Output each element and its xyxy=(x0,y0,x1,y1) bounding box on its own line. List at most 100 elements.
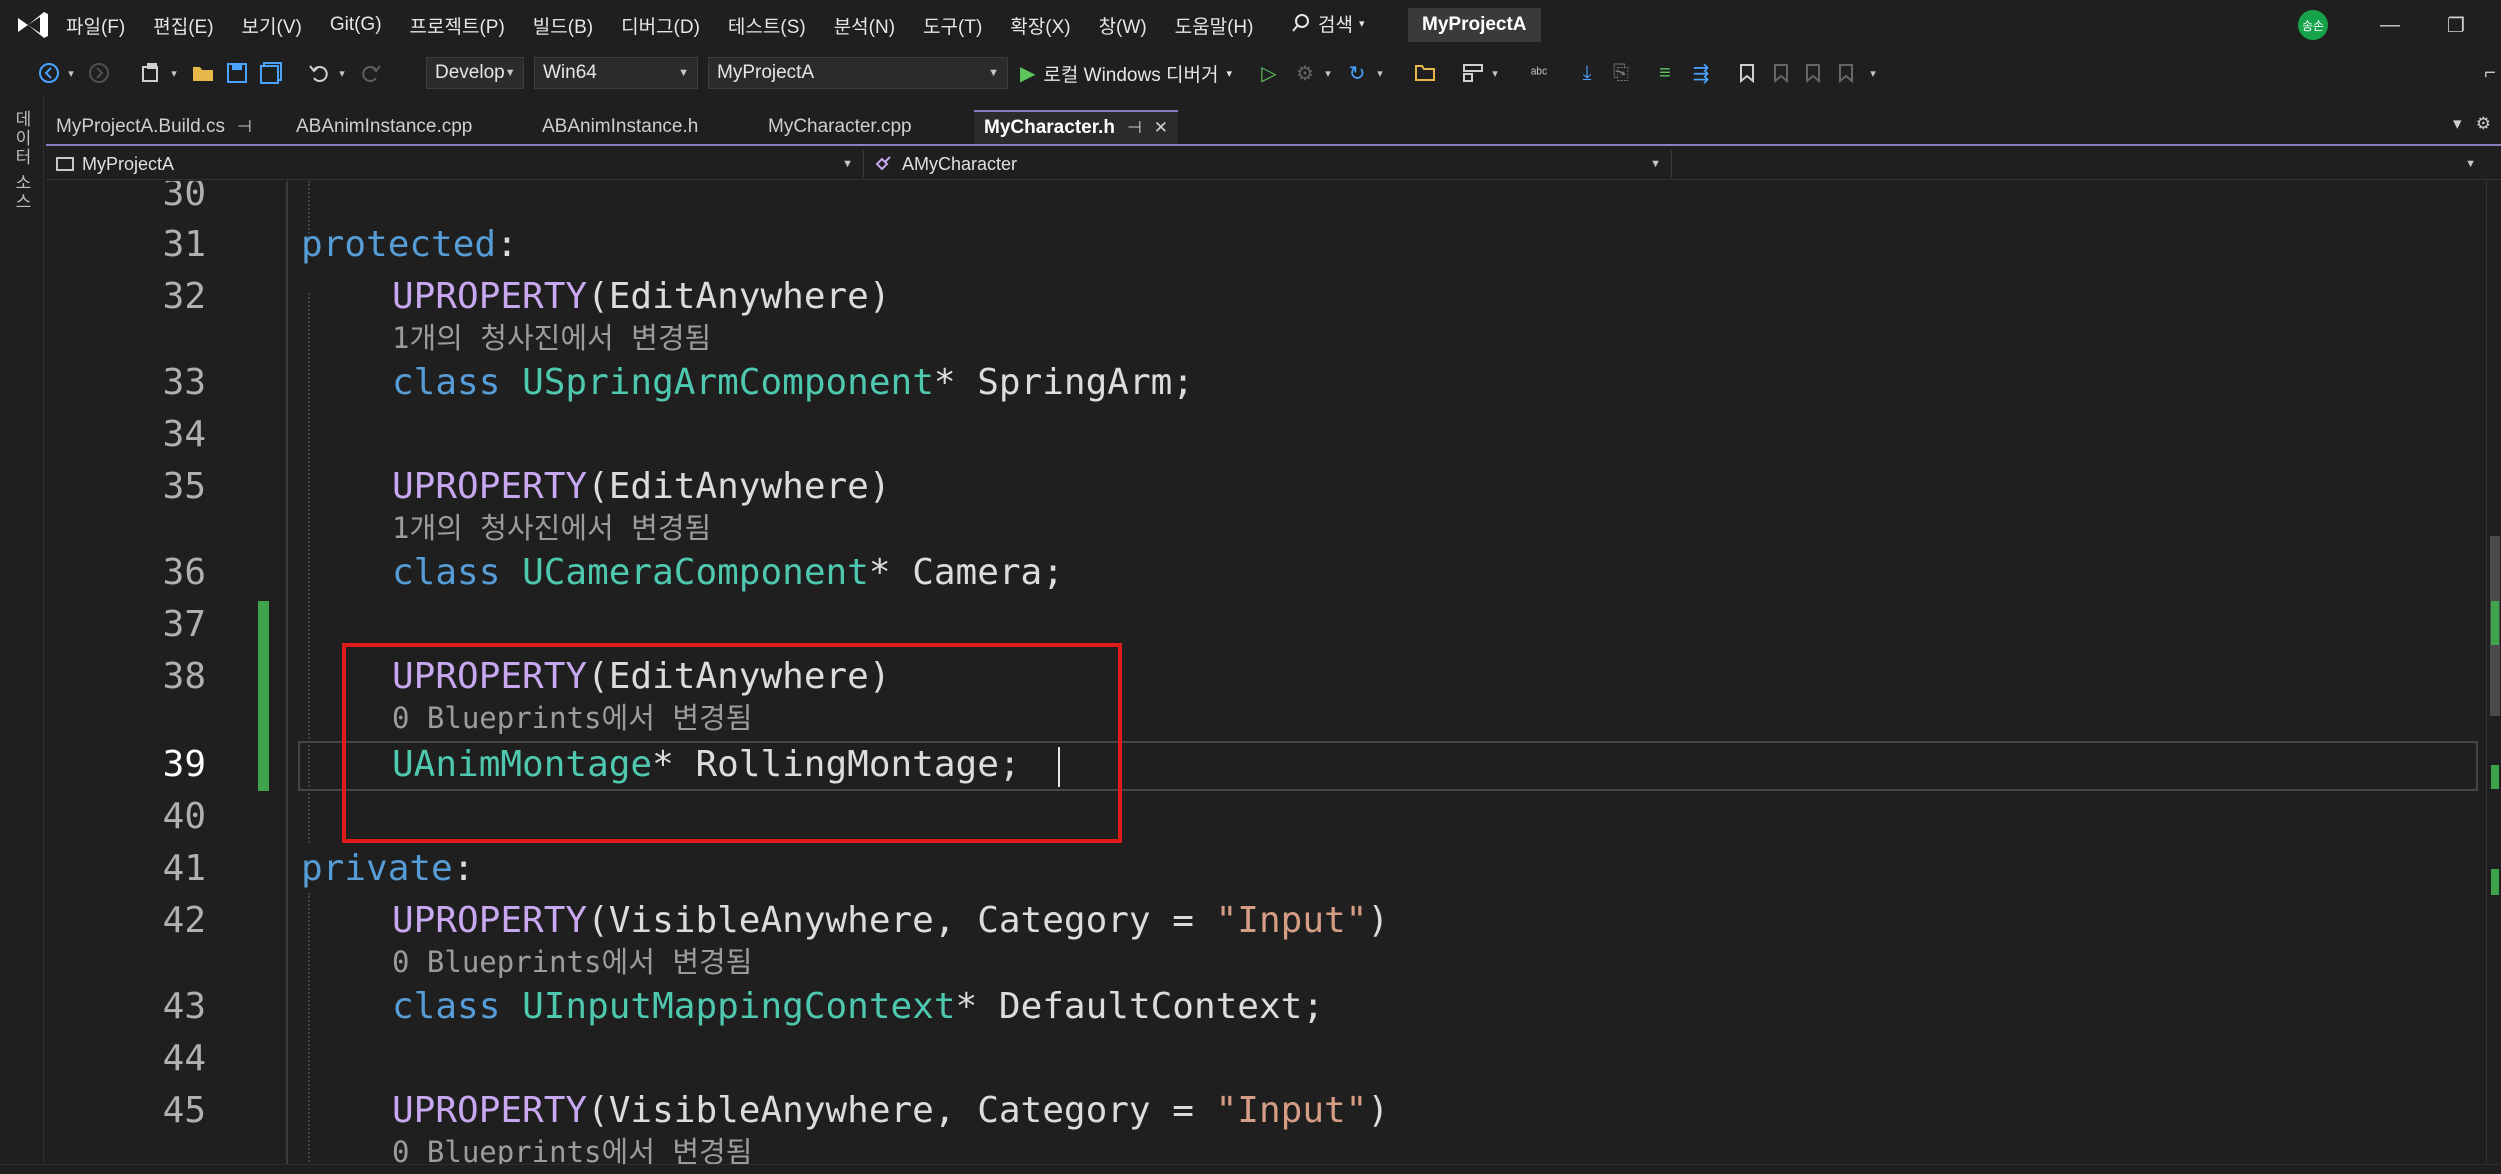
menu-view[interactable]: 보기(V) xyxy=(230,12,318,39)
line-number-gutter: 30 31 32 33 34 35 36 37 38 39 40 41 42 4… xyxy=(46,181,269,1174)
attach-process-icon[interactable]: ⚙ xyxy=(1290,58,1320,88)
toolbar-overflow-icon[interactable]: ▾ xyxy=(1866,58,1880,88)
tab-abaniminstance-cpp[interactable]: ABAnimInstance.cpp xyxy=(286,110,482,144)
identifier-token: * SpringArm; xyxy=(933,362,1194,403)
blueprint-hint[interactable]: 1개의 청사진에서 변경됨 xyxy=(392,321,711,355)
platform-select[interactable]: Win64 ▼ xyxy=(534,57,698,89)
menu-help[interactable]: 도움말(H) xyxy=(1163,12,1270,39)
line-number: 34 xyxy=(162,414,206,455)
menu-bar: 파일(F) 편집(E) 보기(V) Git(G) 프로젝트(P) 빌드(B) 디… xyxy=(0,0,2501,50)
navigate-back-icon[interactable] xyxy=(34,58,64,88)
platform-value: Win64 xyxy=(543,62,597,83)
chevron-down-icon[interactable]: ▾ xyxy=(1374,58,1386,88)
type-token: USpringArmComponent xyxy=(522,362,934,403)
code-editor[interactable]: 30 31 32 33 34 35 36 37 38 39 40 41 42 4… xyxy=(46,181,2486,1174)
start-debugging-button[interactable]: ▶ 로컬 Windows 디버거 ▾ xyxy=(1020,58,1232,88)
args-token: ) xyxy=(1367,900,1390,941)
toolbar-extra-icon[interactable]: ⌐ xyxy=(2480,58,2500,88)
tab-abaniminstance-h[interactable]: ABAnimInstance.h xyxy=(532,110,708,144)
bookmark-icon[interactable] xyxy=(1734,58,1760,88)
refresh-icon[interactable]: ↻ xyxy=(1342,58,1372,88)
visual-studio-logo-icon[interactable] xyxy=(14,8,50,42)
menu-window[interactable]: 창(W) xyxy=(1087,12,1163,39)
pin-icon[interactable]: ⊣ xyxy=(237,117,252,137)
search-button[interactable]: 검색 ▾ xyxy=(1290,6,1365,40)
chevron-down-icon[interactable]: ▾ xyxy=(336,58,348,88)
minimize-icon[interactable]: — xyxy=(2360,8,2420,42)
spell-check-icon[interactable]: ᵃᵇᶜ xyxy=(1524,58,1554,88)
args-token: (VisibleAnywhere, Category = xyxy=(587,900,1216,941)
vertical-scrollbar[interactable] xyxy=(2486,181,2501,1174)
menu-build[interactable]: 빌드(B) xyxy=(521,12,609,39)
line-number-current: 39 xyxy=(162,744,206,785)
avatar[interactable]: 송손 xyxy=(2298,10,2328,40)
menu-items: 파일(F) 편집(E) 보기(V) Git(G) 프로젝트(P) 빌드(B) 디… xyxy=(54,0,1269,50)
close-icon[interactable]: ✕ xyxy=(1154,118,1168,138)
tab-mycharacter-cpp[interactable]: MyCharacter.cpp xyxy=(758,110,922,144)
save-all-icon[interactable] xyxy=(256,58,286,88)
restore-icon[interactable]: ❐ xyxy=(2426,8,2486,42)
layout-icon[interactable] xyxy=(1458,58,1488,88)
menu-git[interactable]: Git(G) xyxy=(318,14,398,36)
menu-extensions[interactable]: 확장(X) xyxy=(998,12,1086,39)
line-number: 42 xyxy=(162,900,206,941)
line-number: 36 xyxy=(162,552,206,593)
menu-debug[interactable]: 디버그(D) xyxy=(609,12,716,39)
open-folder-icon[interactable] xyxy=(188,58,218,88)
configuration-select[interactable]: Develop ▼ xyxy=(426,57,524,89)
chevron-down-icon[interactable]: ▾ xyxy=(64,58,78,88)
chevron-down-icon: ▼ xyxy=(678,67,689,79)
line-number: 38 xyxy=(162,656,206,697)
class-icon xyxy=(875,156,891,171)
data-sources-tab[interactable]: 데이터 소스 xyxy=(10,110,34,212)
previous-bookmark-icon[interactable] xyxy=(1768,58,1794,88)
tab-myprojecta-build-cs[interactable]: MyProjectA.Build.cs ⊣ xyxy=(46,110,262,144)
menu-test[interactable]: 테스트(S) xyxy=(716,12,822,39)
menu-project[interactable]: 프로젝트(P) xyxy=(398,12,521,39)
tab-label: MyCharacter.h xyxy=(984,117,1115,138)
string-token: "Input" xyxy=(1215,900,1368,941)
uncomment-icon[interactable]: ⇶ xyxy=(1686,58,1716,88)
redo-icon[interactable] xyxy=(356,58,386,88)
menu-tools[interactable]: 도구(T) xyxy=(911,12,998,39)
clear-bookmarks-icon[interactable] xyxy=(1834,58,1860,88)
menu-edit[interactable]: 편집(E) xyxy=(141,12,229,39)
member-scope-dropdown[interactable]: ▼ xyxy=(1676,150,2486,178)
solution-explorer-icon[interactable] xyxy=(1410,58,1440,88)
step-into-icon[interactable]: ⎘ xyxy=(1606,58,1636,88)
change-marker xyxy=(2491,765,2499,789)
comment-out-icon[interactable]: ≡ xyxy=(1650,58,1680,88)
chevron-down-icon: ▼ xyxy=(2465,158,2476,170)
new-item-icon[interactable] xyxy=(136,58,166,88)
line-number: 35 xyxy=(162,466,206,507)
class-scope-dropdown[interactable]: AMyCharacter ▼ xyxy=(868,150,1672,178)
menu-file[interactable]: 파일(F) xyxy=(54,12,141,39)
tab-label: MyCharacter.cpp xyxy=(768,116,912,137)
chevron-down-icon[interactable]: ▾ xyxy=(168,58,180,88)
project-scope-dropdown[interactable]: MyProjectA ▼ xyxy=(50,150,864,178)
code-line-35: UPROPERTY(EditAnywhere) xyxy=(392,465,891,509)
chevron-down-icon[interactable]: ▾ xyxy=(1322,58,1334,88)
keyword-token: class xyxy=(392,552,501,593)
chevron-down-icon: ▼ xyxy=(1650,158,1661,170)
blueprint-hint[interactable]: 0 Blueprints에서 변경됨 xyxy=(392,945,752,979)
configuration-value: Develop xyxy=(435,62,505,83)
chevron-down-icon[interactable]: ▾ xyxy=(1488,58,1502,88)
keyword-token: class xyxy=(392,986,501,1027)
undo-icon[interactable] xyxy=(304,58,334,88)
start-without-debugging-icon[interactable]: ▷ xyxy=(1256,58,1282,88)
macro-token: UPROPERTY xyxy=(392,1090,588,1131)
tab-mycharacter-h[interactable]: MyCharacter.h ⊣ ✕ xyxy=(974,110,1179,144)
next-bookmark-icon[interactable] xyxy=(1800,58,1826,88)
identifier-token: * Camera; xyxy=(868,552,1064,593)
pin-icon[interactable]: ⊣ xyxy=(1127,118,1142,138)
code-line-43: class UInputMappingContext* DefaultConte… xyxy=(392,985,1324,1029)
step-over-icon[interactable]: ⤓ xyxy=(1572,58,1602,88)
startup-project-select[interactable]: MyProjectA ▼ xyxy=(708,57,1008,89)
navigate-forward-icon[interactable] xyxy=(84,58,114,88)
keyword-token: private xyxy=(301,848,453,889)
tab-overflow-icon[interactable]: ▾ ⚙ xyxy=(2453,114,2491,134)
save-icon[interactable] xyxy=(222,58,252,88)
menu-analyze[interactable]: 분석(N) xyxy=(822,12,911,39)
blueprint-hint[interactable]: 1개의 청사진에서 변경됨 xyxy=(392,511,711,545)
